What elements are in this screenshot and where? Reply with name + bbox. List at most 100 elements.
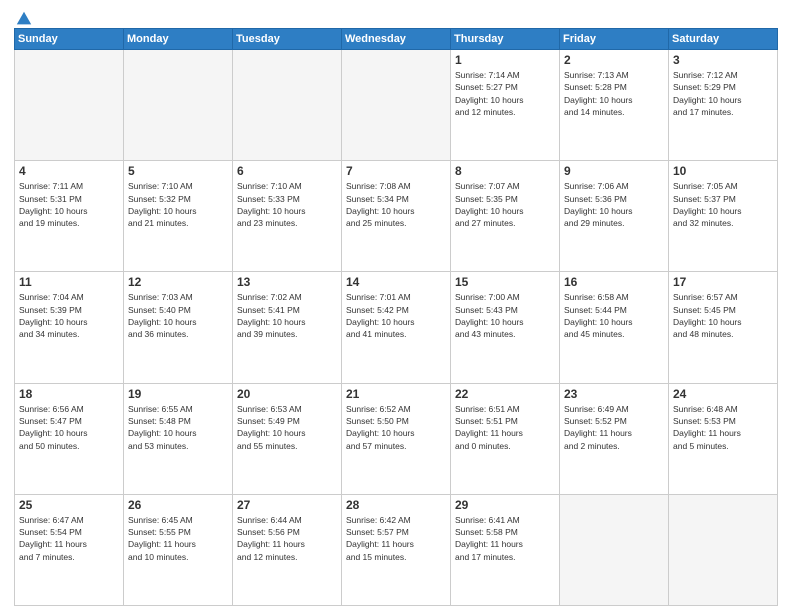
- day-info: Sunrise: 6:53 AM Sunset: 5:49 PM Dayligh…: [237, 403, 337, 452]
- header: [14, 10, 778, 24]
- table-row: 7Sunrise: 7:08 AM Sunset: 5:34 PM Daylig…: [342, 161, 451, 272]
- day-number: 21: [346, 387, 446, 401]
- table-row: 25 Sunrise: 6:47 AM Sunset: 5:54 PM Dayli…: [15, 494, 124, 605]
- table-row: [233, 50, 342, 161]
- table-row: 5 Sunrise: 7:10 AM Sunset: 5:32 PM Daylig…: [124, 161, 233, 272]
- table-row: 12Sunrise: 7:03 AM Sunset: 5:40 PM Dayli…: [124, 272, 233, 383]
- day-number: 17: [673, 275, 773, 289]
- day-info: Sunrise: 6:56 AM Sunset: 5:47 PM Dayligh…: [19, 403, 119, 452]
- day-info: Sunrise: 7:08 AM Sunset: 5:34 PM Dayligh…: [346, 180, 446, 229]
- table-row: 2 Sunrise: 7:13 AM Sunset: 5:28 PM Daylig…: [560, 50, 669, 161]
- table-row: 6 Sunrise: 7:10 AM Sunset: 5:33 PM Daylig…: [233, 161, 342, 272]
- table-row: 17 Sunrise: 6:57 AM Sunset: 5:45 PM Dayli…: [669, 272, 778, 383]
- day-number: 28: [346, 498, 446, 512]
- day-info: Sunrise: 6:44 AM Sunset: 5:56 PM Dayligh…: [237, 514, 337, 563]
- day-info: Sunrise: 6:41 AM Sunset: 5:58 PM Dayligh…: [455, 514, 555, 563]
- calendar-week-row: 25 Sunrise: 6:47 AM Sunset: 5:54 PM Dayli…: [15, 494, 778, 605]
- table-row: [669, 494, 778, 605]
- day-info: Sunrise: 7:03 AM Sunset: 5:40 PM Dayligh…: [128, 291, 228, 340]
- day-info: Sunrise: 7:04 AM Sunset: 5:39 PM Dayligh…: [19, 291, 119, 340]
- table-row: 29 Sunrise: 6:41 AM Sunset: 5:58 PM Dayli…: [451, 494, 560, 605]
- col-wednesday: Wednesday: [342, 29, 451, 50]
- table-row: 20 Sunrise: 6:53 AM Sunset: 5:49 PM Dayli…: [233, 383, 342, 494]
- day-number: 8: [455, 164, 555, 178]
- table-row: [124, 50, 233, 161]
- col-friday: Friday: [560, 29, 669, 50]
- day-number: 11: [19, 275, 119, 289]
- col-tuesday: Tuesday: [233, 29, 342, 50]
- day-number: 5: [128, 164, 228, 178]
- table-row: 14 Sunrise: 7:01 AM Sunset: 5:42 PM Dayli…: [342, 272, 451, 383]
- day-info: Sunrise: 6:47 AM Sunset: 5:54 PM Dayligh…: [19, 514, 119, 563]
- table-row: 24 Sunrise: 6:48 AM Sunset: 5:53 PM Dayli…: [669, 383, 778, 494]
- table-row: [560, 494, 669, 605]
- day-number: 20: [237, 387, 337, 401]
- col-monday: Monday: [124, 29, 233, 50]
- day-number: 24: [673, 387, 773, 401]
- day-info: Sunrise: 6:51 AM Sunset: 5:51 PM Dayligh…: [455, 403, 555, 452]
- day-number: 18: [19, 387, 119, 401]
- logo-icon: [15, 10, 33, 28]
- calendar-week-row: 11 Sunrise: 7:04 AM Sunset: 5:39 PM Dayli…: [15, 272, 778, 383]
- day-number: 3: [673, 53, 773, 67]
- day-number: 1: [455, 53, 555, 67]
- day-number: 14: [346, 275, 446, 289]
- table-row: 21 Sunrise: 6:52 AM Sunset: 5:50 PM Dayli…: [342, 383, 451, 494]
- day-info: Sunrise: 7:10 AM Sunset: 5:32 PM Dayligh…: [128, 180, 228, 229]
- day-info: Sunrise: 7:13 AM Sunset: 5:28 PM Dayligh…: [564, 69, 664, 118]
- day-info: Sunrise: 7:01 AM Sunset: 5:42 PM Dayligh…: [346, 291, 446, 340]
- table-row: 1 Sunrise: 7:14 AM Sunset: 5:27 PM Daylig…: [451, 50, 560, 161]
- day-info: Sunrise: 6:45 AM Sunset: 5:55 PM Dayligh…: [128, 514, 228, 563]
- day-number: 26: [128, 498, 228, 512]
- table-row: 9 Sunrise: 7:06 AM Sunset: 5:36 PM Daylig…: [560, 161, 669, 272]
- table-row: [342, 50, 451, 161]
- table-row: 23 Sunrise: 6:49 AM Sunset: 5:52 PM Dayli…: [560, 383, 669, 494]
- logo: [14, 10, 34, 24]
- table-row: 10 Sunrise: 7:05 AM Sunset: 5:37 PM Dayli…: [669, 161, 778, 272]
- col-saturday: Saturday: [669, 29, 778, 50]
- day-number: 23: [564, 387, 664, 401]
- calendar-week-row: 1 Sunrise: 7:14 AM Sunset: 5:27 PM Daylig…: [15, 50, 778, 161]
- day-info: Sunrise: 7:05 AM Sunset: 5:37 PM Dayligh…: [673, 180, 773, 229]
- day-number: 4: [19, 164, 119, 178]
- day-info: Sunrise: 7:02 AM Sunset: 5:41 PM Dayligh…: [237, 291, 337, 340]
- day-number: 15: [455, 275, 555, 289]
- page: Sunday Monday Tuesday Wednesday Thursday…: [0, 0, 792, 612]
- table-row: [15, 50, 124, 161]
- day-number: 2: [564, 53, 664, 67]
- day-number: 6: [237, 164, 337, 178]
- day-number: 13: [237, 275, 337, 289]
- table-row: 22 Sunrise: 6:51 AM Sunset: 5:51 PM Dayli…: [451, 383, 560, 494]
- day-info: Sunrise: 6:57 AM Sunset: 5:45 PM Dayligh…: [673, 291, 773, 340]
- col-sunday: Sunday: [15, 29, 124, 50]
- day-info: Sunrise: 6:52 AM Sunset: 5:50 PM Dayligh…: [346, 403, 446, 452]
- day-number: 25: [19, 498, 119, 512]
- day-info: Sunrise: 7:06 AM Sunset: 5:36 PM Dayligh…: [564, 180, 664, 229]
- table-row: 4Sunrise: 7:11 AM Sunset: 5:31 PM Daylig…: [15, 161, 124, 272]
- table-row: 8Sunrise: 7:07 AM Sunset: 5:35 PM Daylig…: [451, 161, 560, 272]
- col-thursday: Thursday: [451, 29, 560, 50]
- day-number: 10: [673, 164, 773, 178]
- table-row: 27Sunrise: 6:44 AM Sunset: 5:56 PM Dayli…: [233, 494, 342, 605]
- day-info: Sunrise: 7:10 AM Sunset: 5:33 PM Dayligh…: [237, 180, 337, 229]
- day-number: 16: [564, 275, 664, 289]
- calendar-week-row: 18 Sunrise: 6:56 AM Sunset: 5:47 PM Dayli…: [15, 383, 778, 494]
- day-info: Sunrise: 6:55 AM Sunset: 5:48 PM Dayligh…: [128, 403, 228, 452]
- day-number: 9: [564, 164, 664, 178]
- calendar-table: Sunday Monday Tuesday Wednesday Thursday…: [14, 28, 778, 606]
- calendar-header-row: Sunday Monday Tuesday Wednesday Thursday…: [15, 29, 778, 50]
- day-number: 22: [455, 387, 555, 401]
- calendar-week-row: 4Sunrise: 7:11 AM Sunset: 5:31 PM Daylig…: [15, 161, 778, 272]
- table-row: 11 Sunrise: 7:04 AM Sunset: 5:39 PM Dayli…: [15, 272, 124, 383]
- day-info: Sunrise: 6:49 AM Sunset: 5:52 PM Dayligh…: [564, 403, 664, 452]
- table-row: 15 Sunrise: 7:00 AM Sunset: 5:43 PM Dayli…: [451, 272, 560, 383]
- table-row: 26 Sunrise: 6:45 AM Sunset: 5:55 PM Dayli…: [124, 494, 233, 605]
- day-info: Sunrise: 6:58 AM Sunset: 5:44 PM Dayligh…: [564, 291, 664, 340]
- day-info: Sunrise: 7:14 AM Sunset: 5:27 PM Dayligh…: [455, 69, 555, 118]
- day-info: Sunrise: 6:48 AM Sunset: 5:53 PM Dayligh…: [673, 403, 773, 452]
- day-info: Sunrise: 7:00 AM Sunset: 5:43 PM Dayligh…: [455, 291, 555, 340]
- table-row: 19Sunrise: 6:55 AM Sunset: 5:48 PM Dayli…: [124, 383, 233, 494]
- table-row: 3Sunrise: 7:12 AM Sunset: 5:29 PM Daylig…: [669, 50, 778, 161]
- day-info: Sunrise: 6:42 AM Sunset: 5:57 PM Dayligh…: [346, 514, 446, 563]
- day-number: 29: [455, 498, 555, 512]
